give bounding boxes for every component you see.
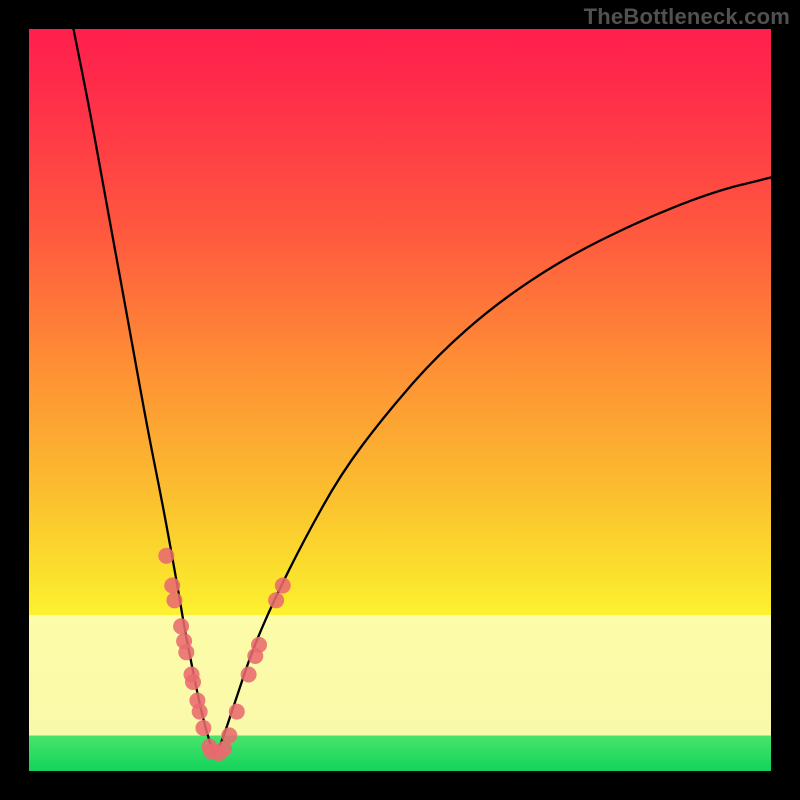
- marker-dot: [166, 592, 182, 608]
- marker-dots: [158, 548, 290, 761]
- watermark-text: TheBottleneck.com: [584, 4, 790, 30]
- curve-left-branch: [74, 29, 215, 756]
- curve-layer: [29, 29, 771, 771]
- marker-dot: [241, 667, 257, 683]
- marker-dot: [164, 578, 180, 594]
- marker-dot: [173, 618, 189, 634]
- marker-dot: [178, 644, 194, 660]
- marker-dot: [251, 637, 267, 653]
- marker-dot: [185, 674, 201, 690]
- curve-right-branch: [215, 177, 772, 756]
- marker-dot: [195, 720, 211, 736]
- plot-area: [29, 29, 771, 771]
- marker-dot: [158, 548, 174, 564]
- marker-dot: [229, 704, 245, 720]
- marker-dot: [221, 727, 237, 743]
- marker-dot: [268, 592, 284, 608]
- marker-dot: [192, 704, 208, 720]
- marker-dot: [275, 578, 291, 594]
- chart-root: TheBottleneck.com: [0, 0, 800, 800]
